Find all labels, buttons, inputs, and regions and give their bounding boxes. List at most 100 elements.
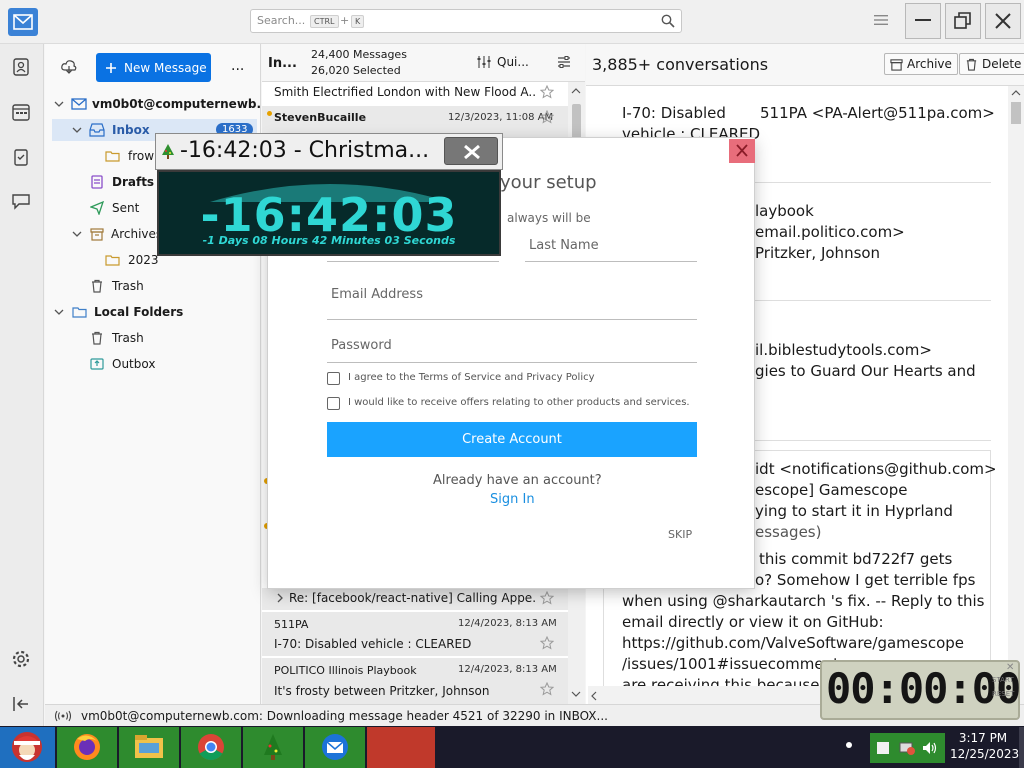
- chevron-right-icon[interactable]: [275, 592, 285, 604]
- message-row[interactable]: Re: [facebook/react-native] Calling Appe…: [262, 588, 568, 610]
- folder-label: Inbox: [112, 123, 150, 137]
- collapse-spaces-icon[interactable]: [11, 694, 31, 714]
- message-row[interactable]: 511PA 12/4/2023, 8:13 AM I-70: Disabled …: [262, 612, 568, 656]
- mail-app-icon[interactable]: [8, 8, 38, 36]
- message-body-line: email directly or view it on GitHub:: [622, 613, 884, 631]
- taskbar-firefox[interactable]: [57, 727, 117, 768]
- tasks-icon[interactable]: [11, 147, 31, 167]
- search-input[interactable]: Search... CTRL + K: [250, 9, 682, 33]
- chevron-down-icon[interactable]: [71, 228, 83, 240]
- folder-label: Archives: [111, 227, 163, 241]
- unread-dot: [267, 111, 272, 116]
- offers-checkbox[interactable]: [327, 397, 340, 410]
- scroll-thumb[interactable]: [1011, 102, 1021, 124]
- conversation-sender: 511PA <PA-Alert@511pa.com>: [760, 104, 995, 122]
- folder-trash[interactable]: Trash: [52, 275, 252, 297]
- quick-filter-icon[interactable]: [477, 55, 491, 69]
- terms-checkbox[interactable]: [327, 372, 340, 385]
- email-field[interactable]: Email Address: [327, 284, 697, 320]
- chat-icon[interactable]: [11, 191, 31, 211]
- chevron-down-icon[interactable]: [53, 306, 65, 318]
- scroll-left-icon[interactable]: [591, 691, 597, 701]
- tray-network-icon[interactable]: [898, 739, 916, 757]
- message-row[interactable]: Smith Electrified London with New Flood …: [262, 82, 568, 104]
- system-tray[interactable]: [870, 733, 945, 763]
- password-field[interactable]: Password: [327, 335, 697, 363]
- folder-local-trash[interactable]: Trash: [52, 327, 252, 349]
- taskbar-christmas-countdown[interactable]: [243, 727, 303, 768]
- close-countdown-button[interactable]: [444, 137, 498, 165]
- new-message-button[interactable]: New Message: [96, 53, 211, 82]
- message-body-line: https://github.com/ValveSoftware/gamesco…: [622, 634, 965, 652]
- more-options-button[interactable]: ...: [231, 58, 244, 74]
- message-row[interactable]: POLITICO Illinois Playbook 12/4/2023, 8:…: [262, 658, 568, 704]
- minimize-button[interactable]: [905, 3, 941, 39]
- create-account-label: Create Account: [462, 432, 562, 447]
- countdown-detail: -1 Days 08 Hours 42 Minutes 03 Seconds: [202, 234, 456, 247]
- tray-flag-icon[interactable]: [876, 741, 890, 755]
- taskbar-empty-slot[interactable]: [367, 727, 435, 768]
- conversation-scrollbar[interactable]: [1008, 86, 1024, 704]
- calendar-icon[interactable]: [11, 102, 31, 122]
- get-messages-icon[interactable]: [61, 60, 77, 74]
- restore-button[interactable]: [945, 3, 981, 39]
- christmas-tree-icon: [160, 143, 176, 161]
- folder-frown[interactable]: frown: [52, 145, 172, 167]
- star-icon[interactable]: [540, 591, 554, 605]
- settings-gear-icon[interactable]: [11, 649, 31, 669]
- account-mail-icon: [71, 97, 87, 111]
- search-icon[interactable]: [661, 14, 675, 28]
- volume-icon[interactable]: [922, 741, 938, 755]
- online-status-icon[interactable]: [55, 710, 71, 722]
- account-row[interactable]: vm0b0t@computernewb...: [53, 93, 270, 115]
- archive-button[interactable]: Archive: [884, 53, 958, 75]
- start-button[interactable]: [0, 727, 55, 768]
- chevron-down-icon[interactable]: [53, 98, 65, 110]
- star-icon[interactable]: [540, 682, 554, 696]
- taskbar-chrome[interactable]: [181, 727, 241, 768]
- message-body-line: when using @sharkautarch 's fix. -- Repl…: [622, 592, 985, 610]
- close-dialog-button[interactable]: [729, 139, 755, 163]
- folder-archives[interactable]: Archives: [52, 223, 162, 245]
- message-subject: I-70: Disabled vehicle : CLEARED: [274, 637, 472, 651]
- chevron-down-icon[interactable]: [71, 124, 83, 136]
- star-icon[interactable]: [540, 85, 554, 99]
- message-row[interactable]: StevenBucaille 12/3/2023, 11:08 AM: [262, 106, 568, 130]
- quick-filter-label[interactable]: Qui...: [497, 55, 529, 69]
- show-desktop-button[interactable]: [1019, 727, 1024, 768]
- delete-label: Delete: [982, 57, 1022, 71]
- hamburger-menu-icon[interactable]: [874, 14, 888, 26]
- star-icon[interactable]: [540, 636, 554, 650]
- close-stopwatch-icon[interactable]: ✕: [1006, 662, 1014, 673]
- taskbar-file-explorer[interactable]: [119, 727, 179, 768]
- taskbar-thunderbird[interactable]: [305, 727, 365, 768]
- scroll-down-icon[interactable]: [571, 691, 581, 697]
- delete-button[interactable]: Delete: [959, 53, 1024, 75]
- scroll-up-icon[interactable]: [1011, 90, 1021, 96]
- first-name-field[interactable]: [327, 256, 499, 262]
- close-window-button[interactable]: [985, 3, 1021, 39]
- message-count: 24,400 Messages: [311, 48, 407, 61]
- stopwatch-start-label[interactable]: START: [992, 676, 1014, 684]
- message-subject: Re: [facebook/react-native] Calling Appe…: [289, 591, 535, 605]
- ctrl-key-hint: CTRL: [310, 15, 339, 28]
- scroll-up-icon[interactable]: [571, 88, 581, 94]
- folder-icon: [105, 254, 120, 266]
- signup-subtitle: always will be: [507, 211, 591, 225]
- sign-in-link[interactable]: Sign In: [490, 492, 535, 507]
- address-book-icon[interactable]: [11, 57, 31, 77]
- star-icon[interactable]: [540, 110, 554, 124]
- message-date: 12/3/2023, 11:08 AM: [448, 112, 554, 123]
- status-text: vm0b0t@computernewb.com: Downloading mes…: [81, 708, 608, 723]
- stopwatch-reset-label[interactable]: RESET: [992, 690, 1014, 698]
- countdown-titlebar[interactable]: -16:42:03 - Christma...: [155, 133, 503, 170]
- signup-title: your setup: [500, 172, 597, 193]
- conversation-sender: email.politico.com>: [755, 223, 905, 241]
- create-account-button[interactable]: Create Account: [327, 422, 697, 457]
- list-display-options-icon[interactable]: [557, 55, 571, 69]
- folder-outbox[interactable]: Outbox: [52, 353, 252, 375]
- skip-link[interactable]: SKIP: [668, 528, 692, 541]
- last-name-field[interactable]: Last Name: [525, 236, 697, 262]
- taskbar-clock[interactable]: 3:17 PM 12/25/2023: [950, 730, 1019, 762]
- local-folders-row[interactable]: Local Folders: [53, 301, 253, 323]
